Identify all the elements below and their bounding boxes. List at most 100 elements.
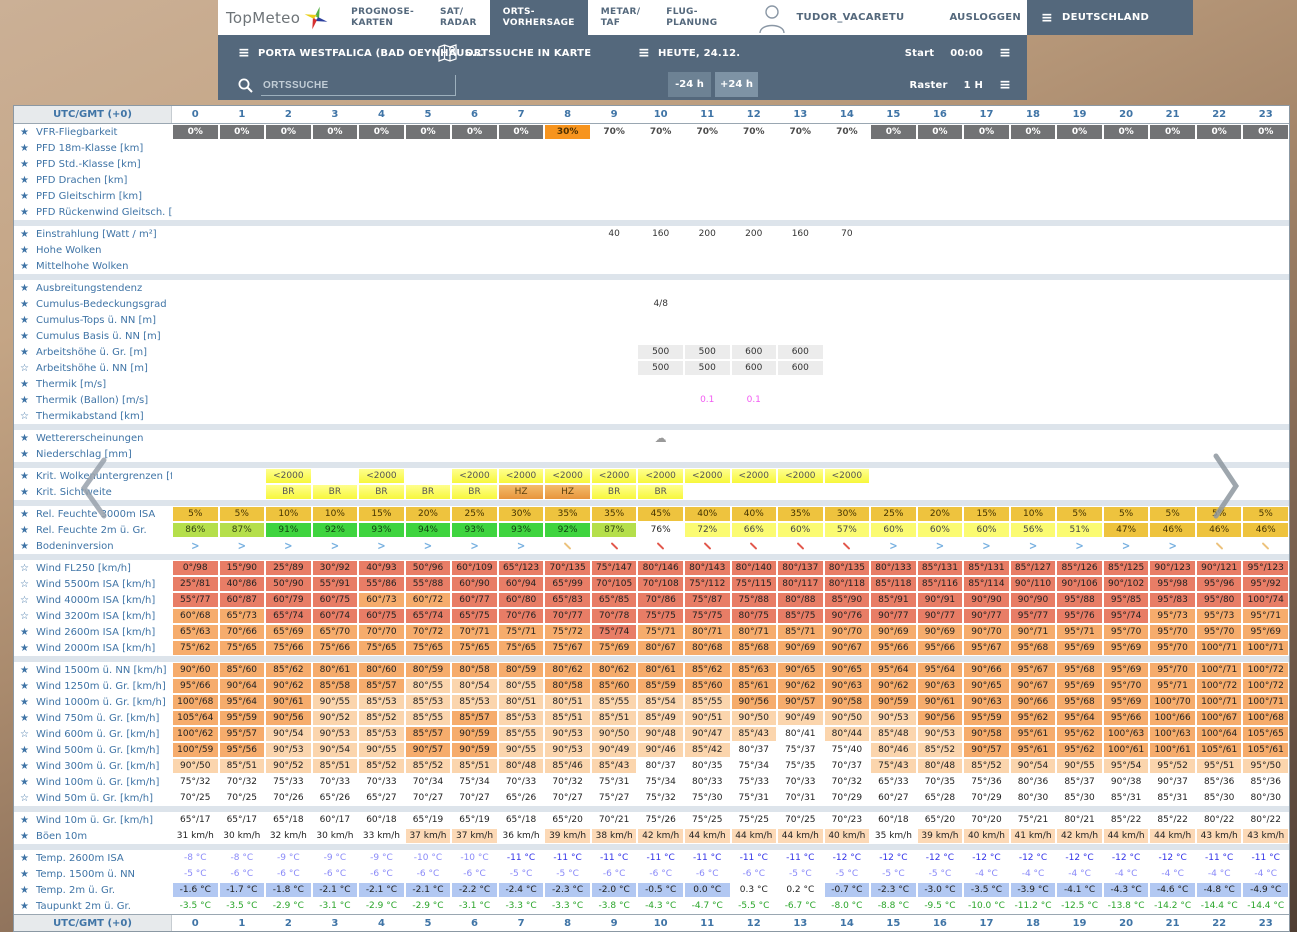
hour-2: 2 [265, 106, 312, 123]
cell: 80°/54 [452, 679, 497, 693]
favorite-star[interactable]: ☆ [20, 563, 31, 574]
tab-flugplanung[interactable]: FLUG- PLANUNG [653, 0, 730, 35]
plus-24h-button[interactable]: +24 h [715, 72, 758, 97]
tab-metar-taf[interactable]: METAR/ TAF [588, 0, 654, 35]
cell: 100°/63 [1150, 727, 1195, 741]
favorite-star[interactable]: ★ [20, 643, 31, 654]
favorite-star[interactable]: ★ [20, 229, 31, 240]
favorite-star[interactable]: ★ [20, 143, 31, 154]
cell [1057, 361, 1102, 375]
favorite-star[interactable]: ★ [20, 885, 31, 896]
favorite-star[interactable]: ★ [20, 395, 31, 406]
hour-4: 4 [358, 106, 405, 123]
favorite-star[interactable]: ★ [20, 777, 31, 788]
hour-23: 23 [1242, 915, 1289, 932]
cell: -4.6 °C [1150, 883, 1195, 897]
favorite-star[interactable]: ★ [20, 471, 31, 482]
favorite-star[interactable]: ★ [20, 853, 31, 864]
previous-day-chevron[interactable] [78, 456, 110, 520]
favorite-star[interactable]: ★ [20, 127, 31, 138]
cell [592, 345, 637, 359]
favorite-star[interactable]: ★ [20, 331, 31, 342]
cell [1150, 377, 1195, 391]
cell: 85°/57 [406, 727, 451, 741]
favorite-star[interactable]: ★ [20, 509, 31, 520]
date-menu[interactable]: ≡ HEUTE, 24.12. [638, 46, 740, 60]
favorite-star[interactable]: ★ [20, 831, 31, 842]
cell: 60°/90 [452, 577, 497, 591]
row-label: ★PFD Gleitschirm [km] [14, 188, 172, 204]
favorite-star[interactable]: ☆ [20, 793, 31, 804]
cell: 70°/32 [220, 775, 265, 789]
favorite-star[interactable]: ★ [20, 191, 31, 202]
favorite-star[interactable]: ☆ [20, 729, 31, 740]
favorite-star[interactable]: ☆ [20, 411, 31, 422]
cell [220, 393, 265, 407]
favorite-star[interactable]: ★ [20, 449, 31, 460]
start-time-control[interactable]: Start 00:00 ≡ [905, 46, 1011, 60]
cell [313, 281, 358, 295]
row-hohe-wolken: ★Hohe Wolken [14, 242, 1289, 258]
favorite-star[interactable]: ★ [20, 379, 31, 390]
cell [1150, 227, 1195, 241]
cell: 0% [313, 125, 358, 139]
cell [1243, 243, 1288, 257]
cell: 90°/55 [499, 743, 544, 757]
brand-logo[interactable]: TopMeteo [218, 0, 338, 35]
favorite-star[interactable]: ★ [20, 283, 31, 294]
cell: 90°/56 [266, 711, 311, 725]
cell: 75°/72 [545, 625, 590, 639]
favorite-star[interactable]: ★ [20, 815, 31, 826]
favorite-star[interactable]: ★ [20, 901, 31, 912]
favorite-star[interactable]: ★ [20, 525, 31, 536]
search-input[interactable] [261, 75, 456, 96]
row-vfr-fliegbarkeit: ★VFR-Fliegbarkeit0%0%0%0%0%0%0%0%30%70%7… [14, 124, 1289, 140]
country-selector[interactable]: ≡ DEUTSCHLAND [1027, 0, 1193, 35]
favorite-star[interactable]: ★ [20, 665, 31, 676]
cell: -12 °C [825, 851, 870, 865]
row-label: ★Thermik [m/s] [14, 376, 172, 392]
favorite-star[interactable]: ★ [20, 541, 31, 552]
cell [173, 329, 218, 343]
favorite-star[interactable]: ★ [20, 245, 31, 256]
favorite-star[interactable]: ★ [20, 261, 31, 272]
row-label: ★Cumulus-Bedeckungsgrad [14, 296, 172, 312]
favorite-star[interactable]: ☆ [20, 363, 31, 374]
next-day-chevron[interactable] [1208, 452, 1242, 520]
favorite-star[interactable]: ★ [20, 761, 31, 772]
favorite-star[interactable]: ★ [20, 315, 31, 326]
tab-prognose-karten[interactable]: PROGNOSE- KARTEN [338, 0, 427, 35]
cell: 95°/64 [1057, 711, 1102, 725]
favorite-star[interactable]: ☆ [20, 579, 31, 590]
favorite-star[interactable]: ★ [20, 713, 31, 724]
favorite-star[interactable]: ☆ [20, 611, 31, 622]
cell [685, 173, 730, 187]
logout-button[interactable]: AUSLOGGEN [949, 12, 1021, 23]
minus-24h-button[interactable]: -24 h [668, 72, 711, 97]
favorite-star[interactable]: ★ [20, 627, 31, 638]
raster-control[interactable]: Raster 1 H ≡ [910, 78, 1011, 92]
tab-ortsvorhersage-active[interactable]: ORTS- VORHERSAGE [490, 0, 588, 35]
favorite-star[interactable]: ★ [20, 697, 31, 708]
favorite-star[interactable]: ☆ [20, 595, 31, 606]
tab-sat-radar[interactable]: SAT/ RADAR [427, 0, 490, 35]
map-search-button[interactable]: ORTSSUCHE IN KARTE [438, 43, 591, 63]
favorite-star[interactable]: ★ [20, 175, 31, 186]
favorite-star[interactable]: ★ [20, 681, 31, 692]
hour-17: 17 [963, 106, 1010, 123]
user-menu[interactable]: TUDOR_VACARETU [758, 0, 904, 35]
favorite-star[interactable]: ★ [20, 207, 31, 218]
favorite-star[interactable]: ★ [20, 869, 31, 880]
favorite-star[interactable]: ★ [20, 745, 31, 756]
cell [1243, 227, 1288, 241]
favorite-star[interactable]: ★ [20, 159, 31, 170]
favorite-star[interactable]: ★ [20, 487, 31, 498]
favorite-star[interactable]: ★ [20, 299, 31, 310]
cell [220, 205, 265, 219]
favorite-star[interactable]: ★ [20, 433, 31, 444]
cell: 5% [1057, 507, 1102, 521]
start-label: Start [905, 48, 934, 59]
cell: 60°/75 [313, 593, 358, 607]
favorite-star[interactable]: ★ [20, 347, 31, 358]
cell [825, 243, 870, 257]
